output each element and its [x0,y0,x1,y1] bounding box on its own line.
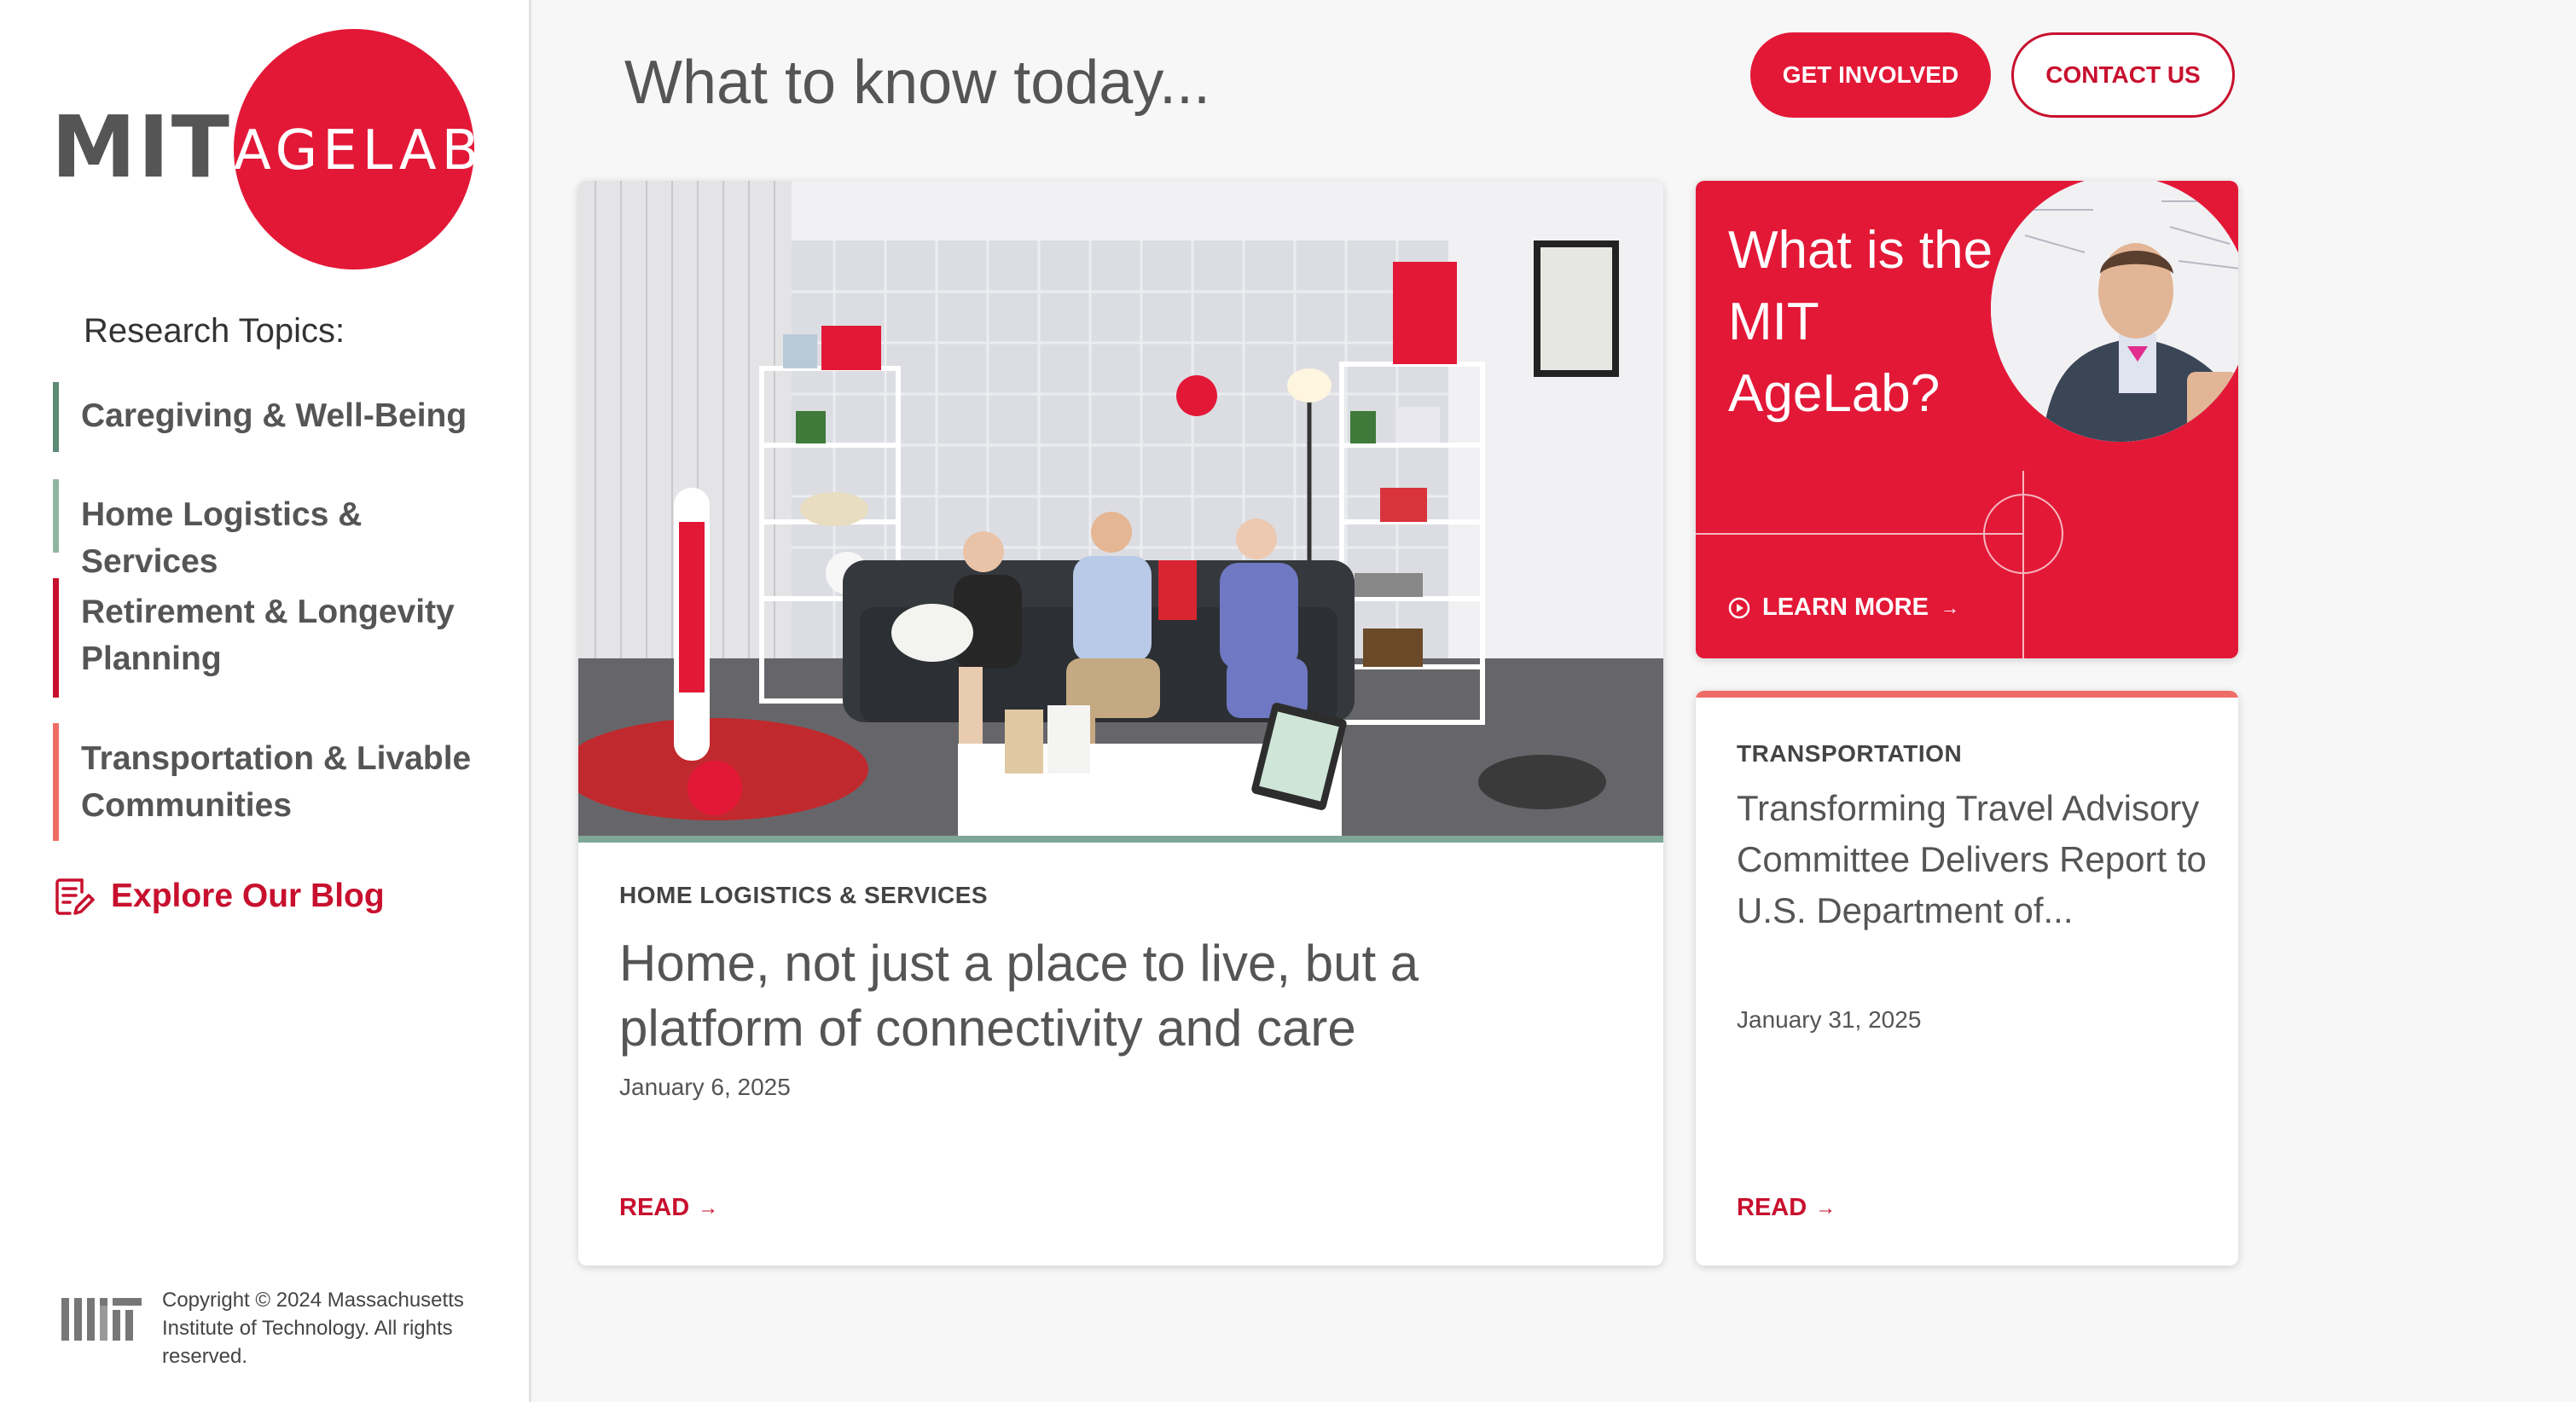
what-is-agelab-card[interactable]: What is the MIT AgeLab? LEARN MORE → [1696,181,2238,658]
arrow-right-icon: → [1815,1196,1836,1220]
arrow-right-icon: → [698,1196,719,1220]
play-circle-icon [1728,597,1750,618]
side-article-card[interactable]: TRANSPORTATION Transforming Travel Advis… [1696,691,2238,1266]
featured-article-date: January 6, 2025 [619,1074,791,1100]
sidebar-topic-caregiving[interactable]: Caregiving & Well-Being [53,382,479,452]
featured-article-card[interactable]: HOME LOGISTICS & SERVICES Home, not just… [578,181,1663,1266]
page-title: What to know today... [624,49,1210,117]
featured-accent-line [578,836,1663,843]
featured-article-category[interactable]: HOME LOGISTICS & SERVICES [619,882,988,909]
featured-article-image[interactable] [578,181,1663,836]
research-topics-heading: Research Topics: [84,312,345,350]
logo-mit-text: MIT [51,97,231,197]
sidebar-topic-home-logistics[interactable]: Home Logistics & Services [53,479,479,580]
side-read-link[interactable]: READ → [1737,1194,1836,1222]
promo-decorative-lines [1696,471,2063,658]
mit-logo-icon[interactable] [61,1298,142,1341]
get-involved-button[interactable]: GET INVOLVED [1750,32,1991,118]
sidebar-topic-transportation[interactable]: Transportation & Livable Communities [53,723,479,841]
explore-blog-link[interactable]: Explore Our Blog [51,873,385,919]
featured-read-label: READ [619,1194,690,1221]
featured-article-title[interactable]: Home, not just a place to live, but a pl… [619,931,1558,1061]
learn-more-link[interactable]: LEARN MORE → [1728,594,1959,622]
mit-agelab-logo[interactable]: MIT AGELAB [51,29,484,269]
contact-us-button[interactable]: CONTACT US [2011,32,2235,118]
side-article-date: January 31, 2025 [1737,1006,1922,1033]
sidebar: MIT AGELAB Research Topics: Caregiving &… [0,0,531,1402]
side-accent-bar [1696,691,2238,698]
arrow-right-icon: → [1940,596,1959,618]
side-read-label: READ [1737,1194,1807,1221]
featured-read-link[interactable]: READ → [619,1194,718,1222]
logo-agelab-circle: AGELAB [234,29,484,269]
side-article-title[interactable]: Transforming Travel Advisory Committee D… [1737,783,2214,936]
copyright-text: Copyright © 2024 Massachusetts Institute… [162,1289,464,1368]
sidebar-topic-retirement[interactable]: Retirement & Longevity Planning [53,578,479,698]
side-article-category[interactable]: TRANSPORTATION [1737,740,1962,768]
explore-blog-label: Explore Our Blog [111,878,385,914]
blog-document-icon [51,873,97,919]
logo-agelab-text: AGELAB [234,119,484,182]
learn-more-label: LEARN MORE [1762,594,1929,621]
